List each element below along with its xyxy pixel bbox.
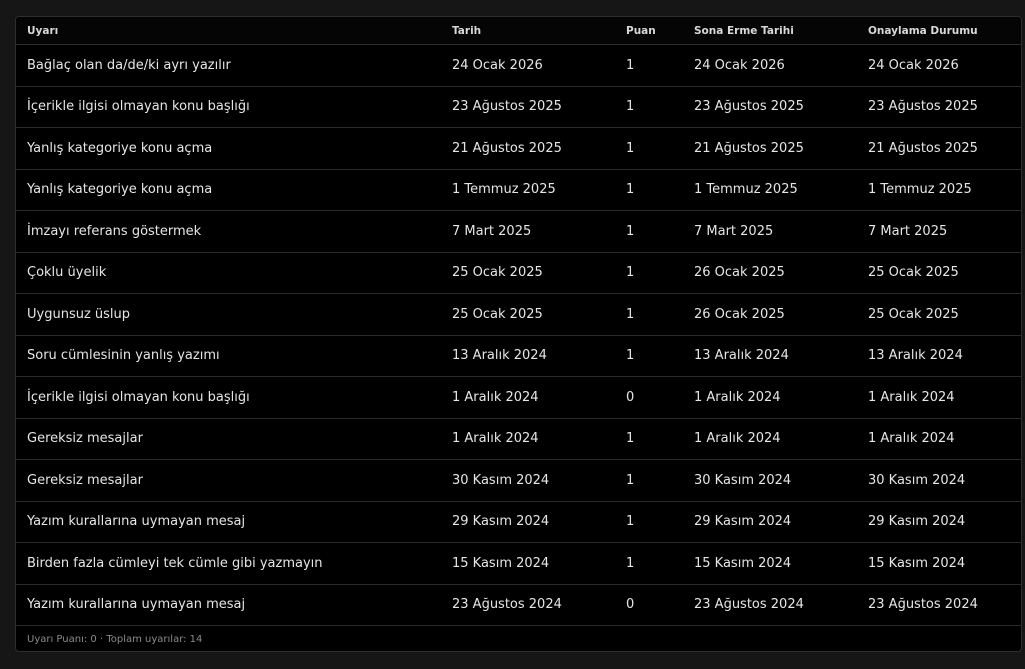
- points-cell: 1: [615, 169, 683, 211]
- date-cell: 23 Ağustos 2024: [441, 584, 615, 626]
- expiry-date-cell: 30 Kasım 2024: [683, 459, 857, 502]
- expiry-date-cell: 26 Ocak 2025: [683, 293, 857, 336]
- warnings-panel: Uyarı Tarih Puan Sona Erme Tarihi Onayla…: [15, 16, 1022, 652]
- table-row: Çoklu üyelik 25 Ocak 2025 1 26 Ocak 2025 25 …: [16, 252, 1021, 294]
- table-row: İçerikle ilgisi olmayan konu başlığı 1 Ar…: [16, 376, 1021, 419]
- expiry-date-cell: 7 Mart 2025: [683, 210, 857, 253]
- warning-cell: Uygunsuz üslup: [16, 293, 441, 336]
- points-cell: 1: [615, 418, 683, 460]
- table-row: Yanlış kategoriye konu açma 1 Temmuz 2025…: [16, 169, 1021, 211]
- points-cell: 1: [615, 210, 683, 253]
- expiry-date-cell: 29 Kasım 2024: [683, 501, 857, 543]
- approval-status-cell: 29 Kasım 2024: [857, 501, 1021, 543]
- points-cell: 0: [615, 376, 683, 419]
- warning-cell: Gereksiz mesajlar: [16, 418, 441, 460]
- date-cell: 29 Kasım 2024: [441, 501, 615, 543]
- approval-status-cell: 15 Kasım 2024: [857, 542, 1021, 585]
- warning-cell: Yazım kurallarına uymayan mesaj: [16, 584, 441, 626]
- approval-status-cell: 1 Aralık 2024: [857, 418, 1021, 460]
- approval-status-cell: 13 Aralık 2024: [857, 335, 1021, 377]
- approval-status-cell: 1 Temmuz 2025: [857, 169, 1021, 211]
- points-cell: 1: [615, 44, 683, 87]
- approval-status-cell: 25 Ocak 2025: [857, 252, 1021, 294]
- points-cell: 1: [615, 335, 683, 377]
- warnings-table: Uyarı Tarih Puan Sona Erme Tarihi Onayla…: [16, 17, 1021, 626]
- approval-status-cell: 7 Mart 2025: [857, 210, 1021, 253]
- warning-cell: İçerikle ilgisi olmayan konu başlığı: [16, 86, 441, 128]
- column-header-approval-status[interactable]: Onaylama Durumu: [857, 17, 1021, 45]
- date-cell: 1 Aralık 2024: [441, 418, 615, 460]
- warning-cell: Yanlış kategoriye konu açma: [16, 127, 441, 170]
- expiry-date-cell: 15 Kasım 2024: [683, 542, 857, 585]
- date-cell: 13 Aralık 2024: [441, 335, 615, 377]
- date-cell: 15 Kasım 2024: [441, 542, 615, 585]
- column-header-points[interactable]: Puan: [615, 17, 683, 45]
- table-row: Soru cümlesinin yanlış yazımı 13 Aralık 2…: [16, 335, 1021, 377]
- date-cell: 25 Ocak 2025: [441, 252, 615, 294]
- column-header-date[interactable]: Tarih: [441, 17, 615, 45]
- date-cell: 7 Mart 2025: [441, 210, 615, 253]
- approval-status-cell: 25 Ocak 2025: [857, 293, 1021, 336]
- expiry-date-cell: 1 Aralık 2024: [683, 376, 857, 419]
- table-row: Yanlış kategoriye konu açma 21 Ağustos 20…: [16, 127, 1021, 170]
- points-cell: 1: [615, 127, 683, 170]
- expiry-date-cell: 24 Ocak 2026: [683, 44, 857, 87]
- column-header-expiry-date[interactable]: Sona Erme Tarihi: [683, 17, 857, 45]
- warning-cell: Gereksiz mesajlar: [16, 459, 441, 502]
- table-row: Uygunsuz üslup 25 Ocak 2025 1 26 Ocak 2025 2…: [16, 293, 1021, 336]
- approval-status-cell: 21 Ağustos 2025: [857, 127, 1021, 170]
- table-row: İmzayı referans göstermek 7 Mart 2025 1 7 M…: [16, 210, 1021, 253]
- date-cell: 21 Ağustos 2025: [441, 127, 615, 170]
- date-cell: 23 Ağustos 2025: [441, 86, 615, 128]
- warning-cell: İmzayı referans göstermek: [16, 210, 441, 253]
- points-cell: 1: [615, 459, 683, 502]
- expiry-date-cell: 1 Temmuz 2025: [683, 169, 857, 211]
- points-cell: 1: [615, 252, 683, 294]
- expiry-date-cell: 13 Aralık 2024: [683, 335, 857, 377]
- approval-status-cell: 24 Ocak 2026: [857, 44, 1021, 87]
- expiry-date-cell: 23 Ağustos 2024: [683, 584, 857, 626]
- expiry-date-cell: 23 Ağustos 2025: [683, 86, 857, 128]
- date-cell: 24 Ocak 2026: [441, 44, 615, 87]
- table-row: İçerikle ilgisi olmayan konu başlığı 23 A…: [16, 86, 1021, 128]
- warning-cell: Soru cümlesinin yanlış yazımı: [16, 335, 441, 377]
- expiry-date-cell: 26 Ocak 2025: [683, 252, 857, 294]
- table-row: Birden fazla cümleyi tek cümle gibi yazm…: [16, 542, 1021, 585]
- warning-cell: Birden fazla cümleyi tek cümle gibi yazm…: [16, 542, 441, 585]
- points-cell: 1: [615, 501, 683, 543]
- warning-cell: Yanlış kategoriye konu açma: [16, 169, 441, 211]
- date-cell: 1 Aralık 2024: [441, 376, 615, 419]
- date-cell: 1 Temmuz 2025: [441, 169, 615, 211]
- points-cell: 1: [615, 293, 683, 336]
- warning-cell: İçerikle ilgisi olmayan konu başlığı: [16, 376, 441, 419]
- date-cell: 30 Kasım 2024: [441, 459, 615, 502]
- points-cell: 1: [615, 86, 683, 128]
- warnings-summary: Uyarı Puanı: 0 · Toplam uyarılar: 14: [27, 634, 203, 645]
- table-row: Yazım kurallarına uymayan mesaj 29 Kasım …: [16, 501, 1021, 543]
- points-cell: 1: [615, 542, 683, 585]
- approval-status-cell: 30 Kasım 2024: [857, 459, 1021, 502]
- table-row: Yazım kurallarına uymayan mesaj 23 Ağusto…: [16, 584, 1021, 626]
- approval-status-cell: 23 Ağustos 2025: [857, 86, 1021, 128]
- warning-cell: Yazım kurallarına uymayan mesaj: [16, 501, 441, 543]
- table-row: Gereksiz mesajlar 30 Kasım 2024 1 30 Kasım …: [16, 459, 1021, 502]
- expiry-date-cell: 1 Aralık 2024: [683, 418, 857, 460]
- warning-cell: Bağlaç olan da/de/ki ayrı yazılır: [16, 44, 441, 87]
- column-header-warning[interactable]: Uyarı: [16, 17, 441, 45]
- table-row: Gereksiz mesajlar 1 Aralık 2024 1 1 Aralık …: [16, 418, 1021, 460]
- approval-status-cell: 1 Aralık 2024: [857, 376, 1021, 419]
- date-cell: 25 Ocak 2025: [441, 293, 615, 336]
- approval-status-cell: 23 Ağustos 2024: [857, 584, 1021, 626]
- table-header-row: Uyarı Tarih Puan Sona Erme Tarihi Onayla…: [16, 17, 1021, 45]
- expiry-date-cell: 21 Ağustos 2025: [683, 127, 857, 170]
- table-body: Bağlaç olan da/de/ki ayrı yazılır 24 Ocak…: [16, 44, 1021, 626]
- table-row: Bağlaç olan da/de/ki ayrı yazılır 24 Ocak…: [16, 44, 1021, 87]
- warning-cell: Çoklu üyelik: [16, 252, 441, 294]
- points-cell: 0: [615, 584, 683, 626]
